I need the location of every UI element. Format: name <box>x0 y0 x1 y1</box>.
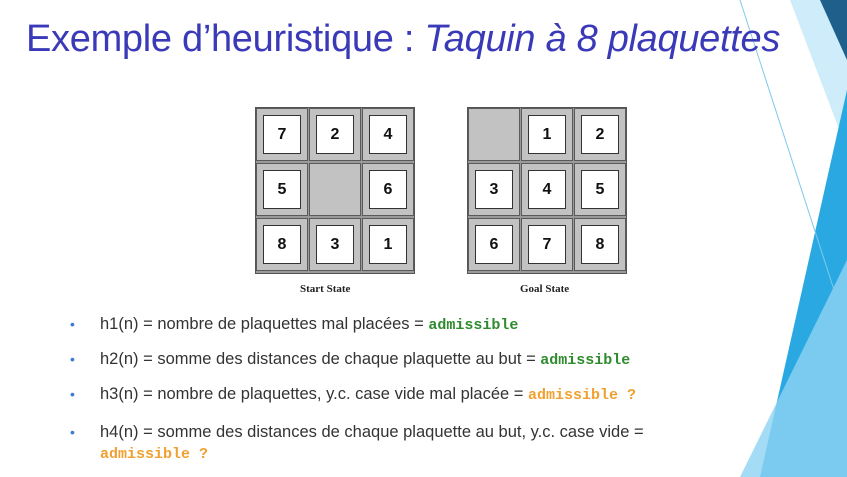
goal-tile: 7 <box>528 225 566 264</box>
start-tile: 4 <box>369 115 407 154</box>
start-cell-empty <box>309 163 361 216</box>
goal-tile: 6 <box>475 225 513 264</box>
start-cell: 8 <box>256 218 308 271</box>
start-state-caption: Start State <box>300 283 351 295</box>
start-cell: 4 <box>362 108 414 161</box>
admissible-question-tag: admissible ? <box>100 446 209 463</box>
heuristic-item: • h2(n) = somme des distances de chaque … <box>70 349 630 371</box>
goal-cell: 1 <box>521 108 573 161</box>
goal-cell: 6 <box>468 218 520 271</box>
goal-tile: 8 <box>581 225 619 264</box>
heuristic-text: h4(n) = somme des distances de chaque pl… <box>100 423 644 441</box>
start-cell: 5 <box>256 163 308 216</box>
goal-state-caption: Goal State <box>520 283 570 295</box>
start-cell: 3 <box>309 218 361 271</box>
bullet-icon: • <box>70 424 75 440</box>
goal-cell: 8 <box>574 218 626 271</box>
goal-cell: 7 <box>521 218 573 271</box>
admissible-tag: admissible <box>428 317 519 334</box>
bullet-icon: • <box>70 316 75 332</box>
start-tile: 7 <box>263 115 301 154</box>
start-tile: 2 <box>316 115 354 154</box>
start-tile: 5 <box>263 170 301 209</box>
start-cell: 1 <box>362 218 414 271</box>
goal-state-puzzle: 1 2 3 4 5 6 7 8 <box>467 107 627 274</box>
title-italic: Taquin à 8 plaquettes <box>424 18 781 60</box>
goal-tile: 3 <box>475 170 513 209</box>
bullet-icon: • <box>70 351 75 367</box>
start-tile: 8 <box>263 225 301 264</box>
heuristic-text: h2(n) = somme des distances de chaque pl… <box>100 350 541 368</box>
goal-cell: 5 <box>574 163 626 216</box>
start-tile: 3 <box>316 225 354 264</box>
heuristic-text: h1(n) = nombre de plaquettes mal placées… <box>100 315 429 333</box>
heuristic-item: • h1(n) = nombre de plaquettes mal placé… <box>70 314 518 336</box>
goal-tile: 4 <box>528 170 566 209</box>
start-cell: 6 <box>362 163 414 216</box>
goal-cell: 3 <box>468 163 520 216</box>
admissible-question-tag: admissible ? <box>528 387 637 404</box>
bullet-icon: • <box>70 386 75 402</box>
goal-cell: 2 <box>574 108 626 161</box>
goal-tile: 5 <box>581 170 619 209</box>
goal-cell: 4 <box>521 163 573 216</box>
goal-cell-empty <box>468 108 520 161</box>
slide-title: Exemple d’heuristique : Taquin à 8 plaqu… <box>26 18 780 61</box>
heuristic-text: h3(n) = nombre de plaquettes, y.c. case … <box>100 385 529 403</box>
start-tile: 1 <box>369 225 407 264</box>
heuristic-item: • h4(n) = somme des distances de chaque … <box>70 422 800 465</box>
heuristic-item: • h3(n) = nombre de plaquettes, y.c. cas… <box>70 384 636 406</box>
admissible-tag: admissible <box>540 352 631 369</box>
start-cell: 7 <box>256 108 308 161</box>
start-tile: 6 <box>369 170 407 209</box>
start-state-puzzle: 7 2 4 5 6 8 3 1 <box>255 107 415 274</box>
goal-tile: 1 <box>528 115 566 154</box>
title-main: Exemple d’heuristique : <box>26 18 425 60</box>
goal-tile: 2 <box>581 115 619 154</box>
start-cell: 2 <box>309 108 361 161</box>
